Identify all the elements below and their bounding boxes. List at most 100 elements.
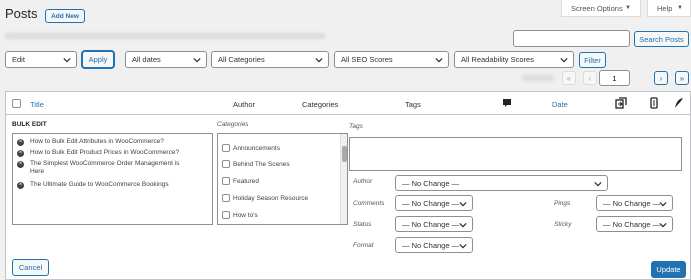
- help-label: Help: [657, 3, 673, 13]
- chevron-down-icon: [193, 56, 201, 64]
- add-new-button[interactable]: Add New: [45, 9, 85, 23]
- category-checkbox[interactable]: [222, 144, 230, 152]
- screen-options-button[interactable]: Screen Options ▼: [561, 0, 641, 17]
- remove-icon[interactable]: ×: [17, 138, 24, 146]
- seo-scores-filter-value: All SEO Scores: [341, 55, 393, 64]
- bulk-action-select[interactable]: Edit: [5, 51, 77, 68]
- readability-scores-filter-select[interactable]: All Readability Scores: [454, 51, 574, 68]
- comments-value: — No Change —: [402, 198, 460, 208]
- table-header-row: Title Author Categories Tags Date: [6, 92, 690, 115]
- comments-label: Comments: [353, 200, 385, 207]
- cancel-button[interactable]: Cancel: [12, 259, 49, 276]
- category-checkbox[interactable]: [222, 194, 230, 202]
- list-item: × The Simplest WooCommerce Order Managem…: [17, 160, 192, 176]
- category-label: How to's: [233, 211, 258, 219]
- author-label: Author: [353, 178, 373, 185]
- tags-textarea[interactable]: [349, 137, 682, 171]
- remove-icon[interactable]: ×: [17, 160, 24, 168]
- list-item[interactable]: Featured: [222, 177, 259, 185]
- post-title: The Ultimate Guide to WooCommerce Bookin…: [30, 181, 169, 188]
- post-title: How to Bulk Edit Attributes in WooCommer…: [30, 138, 164, 145]
- categories-filter-select[interactable]: All Categories: [211, 51, 329, 68]
- last-page-button[interactable]: »: [675, 71, 689, 85]
- chevron-down-icon: [435, 56, 443, 64]
- next-page-button[interactable]: ›: [654, 71, 668, 85]
- previous-page-button[interactable]: ‹: [583, 71, 597, 85]
- tags-label: Tags: [349, 123, 363, 130]
- column-author: Author: [233, 100, 256, 109]
- bulk-edit-post-list: × How to Bulk Edit Attributes in WooComm…: [12, 133, 213, 225]
- sticky-label: Sticky: [554, 221, 572, 228]
- pings-label: Pings: [554, 200, 571, 207]
- chevron-down-icon: [594, 180, 602, 188]
- search-input[interactable]: [513, 30, 630, 47]
- internal-links-icon: [615, 97, 627, 109]
- search-posts-button[interactable]: Search Posts: [634, 31, 689, 47]
- category-checkbox[interactable]: [222, 177, 230, 185]
- list-item[interactable]: How to's: [222, 211, 258, 219]
- dates-filter-select[interactable]: All dates: [125, 51, 207, 68]
- category-label: Announcements: [233, 144, 280, 152]
- pings-select[interactable]: — No Change —: [596, 195, 673, 211]
- help-button[interactable]: Help ▼: [647, 0, 691, 17]
- page-title: Posts: [5, 6, 38, 21]
- chevron-down-icon: [63, 56, 71, 64]
- format-select[interactable]: — No Change —: [395, 237, 473, 253]
- post-title: How to Bulk Edit Product Prices in WooCo…: [30, 149, 180, 156]
- list-item[interactable]: Announcements: [222, 144, 280, 152]
- category-label: Featured: [233, 177, 260, 185]
- items-count: [522, 75, 554, 81]
- apply-button[interactable]: Apply: [82, 51, 114, 68]
- list-item: × How to Bulk Edit Attributes in WooComm…: [17, 138, 207, 146]
- column-categories: Categories: [302, 100, 339, 109]
- format-label: Format: [353, 242, 374, 249]
- update-button[interactable]: Update: [651, 261, 686, 278]
- chevron-down-icon: [459, 221, 467, 229]
- chevron-down-icon: [459, 242, 467, 250]
- caret-down-icon: ▼: [677, 5, 683, 11]
- seo-scores-filter-select[interactable]: All SEO Scores: [334, 51, 449, 68]
- comment-icon: [502, 98, 512, 108]
- chevron-down-icon: [659, 221, 667, 229]
- remove-icon[interactable]: ×: [17, 149, 24, 157]
- list-item: × The Ultimate Guide to WooCommerce Book…: [17, 181, 207, 189]
- category-checkbox[interactable]: [222, 211, 230, 219]
- posts-table: Title Author Categories Tags Date BULK E…: [5, 91, 691, 280]
- category-label: Holiday Season Resource: [233, 194, 309, 202]
- list-item: × How to Bulk Edit Product Prices in Woo…: [17, 149, 207, 157]
- chevron-down-icon: [659, 200, 667, 208]
- bulk-action-value: Edit: [12, 55, 25, 64]
- list-item[interactable]: Behind The Scenes: [222, 160, 290, 168]
- status-filter-links: [5, 33, 325, 39]
- readability-icon: [649, 97, 659, 109]
- caret-down-icon: ▼: [625, 5, 631, 11]
- current-page-input[interactable]: [599, 70, 630, 86]
- bulk-edit-heading: BULK EDIT: [12, 121, 47, 128]
- author-select[interactable]: — No Change —: [395, 175, 608, 191]
- pings-value: — No Change —: [603, 198, 661, 208]
- categories-checklist: Announcements Behind The Scenes Featured…: [217, 133, 348, 225]
- column-date[interactable]: Date: [552, 100, 568, 109]
- remove-icon[interactable]: ×: [17, 181, 24, 189]
- screen-options-label: Screen Options: [571, 3, 623, 13]
- column-title[interactable]: Title: [30, 100, 44, 109]
- categories-scrollbar[interactable]: [340, 134, 347, 224]
- filter-button[interactable]: Filter: [579, 52, 606, 68]
- post-title: The Simplest WooCommerce Order Managemen…: [30, 160, 180, 175]
- chevron-down-icon: [315, 56, 323, 64]
- list-item[interactable]: Holiday Season Resource: [222, 194, 308, 202]
- categories-filter-value: All Categories: [218, 55, 265, 64]
- status-value: — No Change —: [402, 219, 460, 229]
- feather-icon: [674, 97, 684, 109]
- category-checkbox[interactable]: [222, 160, 230, 168]
- select-all-checkbox[interactable]: [12, 99, 21, 108]
- author-value: — No Change —: [402, 178, 460, 188]
- status-select[interactable]: — No Change —: [395, 216, 473, 232]
- comments-select[interactable]: — No Change —: [395, 195, 473, 211]
- first-page-button[interactable]: «: [562, 71, 576, 85]
- sticky-select[interactable]: — No Change —: [596, 216, 673, 232]
- dates-filter-value: All dates: [132, 55, 161, 64]
- categories-label: Categories: [217, 121, 249, 128]
- chevron-down-icon: [459, 200, 467, 208]
- status-label: Status: [353, 221, 372, 228]
